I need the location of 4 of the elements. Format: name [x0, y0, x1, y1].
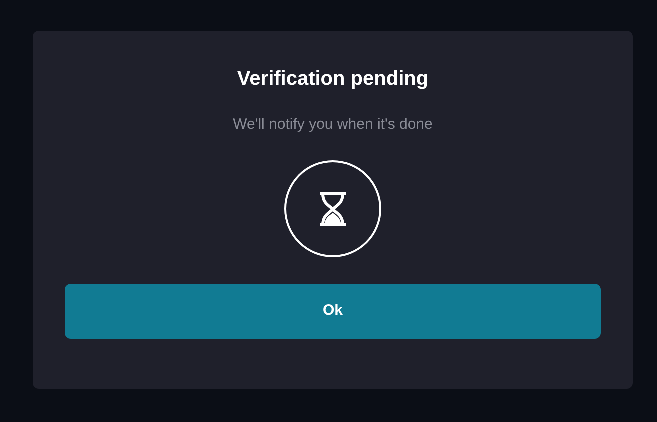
dialog-title: Verification pending	[237, 67, 429, 92]
hourglass-icon	[284, 160, 382, 258]
ok-button[interactable]: Ok	[65, 284, 601, 339]
dialog-message: We'll notify you when it's done	[233, 115, 433, 135]
